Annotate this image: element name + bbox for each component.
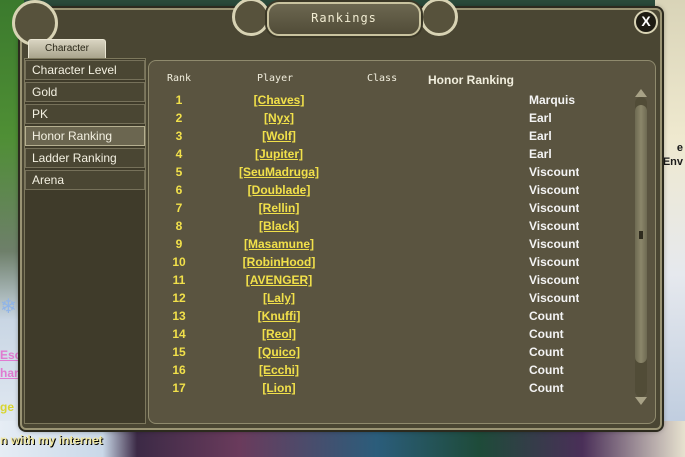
sidebar-item-gold[interactable]: Gold	[25, 82, 145, 102]
table-row: 2 [Nyx] Earl	[149, 111, 639, 129]
honor-rank-cell: Earl	[529, 111, 552, 125]
honor-rank-cell: Viscount	[529, 219, 579, 233]
rank-cell: 13	[172, 309, 186, 323]
header-class: Class	[367, 73, 398, 84]
table-row: 4 [Jupiter] Earl	[149, 147, 639, 165]
player-link[interactable]: [Masamune]	[219, 237, 339, 251]
table-row: 5 [SeuMadruga] Viscount	[149, 165, 639, 183]
honor-rank-cell: Earl	[529, 147, 552, 161]
player-link[interactable]: [SeuMadruga]	[219, 165, 339, 179]
honor-rank-cell: Viscount	[529, 165, 579, 179]
table-row: 16 [Ecchi] Count	[149, 363, 639, 381]
player-link[interactable]: [Laly]	[219, 291, 339, 305]
tab-character[interactable]: Character	[28, 39, 106, 58]
table-row: 17 [Lion] Count	[149, 381, 639, 399]
sidebar-item-honor-ranking[interactable]: Honor Ranking	[25, 126, 145, 146]
honor-rank-cell: Viscount	[529, 273, 579, 287]
player-link[interactable]: [Lion]	[219, 381, 339, 395]
rank-cell: 8	[175, 219, 183, 233]
table-row: 13 [Knuffi] Count	[149, 309, 639, 327]
honor-rank-cell: Count	[529, 327, 564, 341]
rank-cell: 4	[175, 147, 183, 161]
header-player: Player	[257, 73, 294, 84]
rank-cell: 1	[175, 93, 183, 107]
rank-cell: 10	[172, 255, 186, 269]
side-text-fragment: ge	[0, 400, 15, 414]
honor-rank-cell: Count	[529, 363, 564, 377]
rank-cell: 6	[175, 183, 183, 197]
title-ornament-left	[232, 0, 270, 36]
scrollbar-thumb[interactable]	[635, 105, 647, 363]
player-link[interactable]: [Reol]	[219, 327, 339, 341]
table-row: 14 [Reol] Count	[149, 327, 639, 345]
side-text-fragment: Esc	[0, 348, 22, 362]
player-link[interactable]: [Jupiter]	[219, 147, 339, 161]
sidebar-item-ladder-ranking[interactable]: Ladder Ranking	[25, 148, 145, 168]
rank-cell: 14	[172, 327, 186, 341]
honor-rank-cell: Marquis	[529, 93, 576, 107]
window-title: Rankings	[267, 2, 421, 36]
honor-rank-cell: Viscount	[529, 255, 579, 269]
honor-rank-cell: Viscount	[529, 201, 579, 215]
table-row: 11 [AVENGER] Viscount	[149, 273, 639, 291]
rank-cell: 17	[172, 381, 186, 395]
table-row: 1 [Chaves] Marquis	[149, 93, 639, 111]
rank-cell: 15	[172, 345, 186, 359]
player-link[interactable]: [Nyx]	[219, 111, 339, 125]
rank-cell: 11	[172, 273, 186, 287]
player-link[interactable]: [Knuffi]	[219, 309, 339, 323]
close-button[interactable]: X	[634, 10, 658, 34]
player-link[interactable]: [Black]	[219, 219, 339, 233]
table-row: 7 [Rellin] Viscount	[149, 201, 639, 219]
player-link[interactable]: [Wolf]	[219, 129, 339, 143]
rank-cell: 9	[175, 237, 183, 251]
sidebar-item-arena[interactable]: Arena	[25, 170, 145, 190]
side-text-fragment: Env	[662, 156, 683, 168]
header-rank: Rank	[167, 73, 192, 84]
player-link[interactable]: [RobinHood]	[219, 255, 339, 269]
rank-cell: 5	[175, 165, 183, 179]
honor-rank-cell: Count	[529, 381, 564, 395]
chat-message: n with my internet	[0, 433, 103, 447]
rank-cell: 2	[175, 111, 183, 125]
player-link[interactable]: [Chaves]	[219, 93, 339, 107]
table-row: 9 [Masamune] Viscount	[149, 237, 639, 255]
rank-cell: 3	[175, 129, 183, 143]
snowflake-icon: ❄	[0, 296, 17, 318]
ranking-table-panel: Rank Player Class Honor Ranking 1 [Chaves…	[148, 60, 656, 424]
sidebar-item-character-level[interactable]: Character Level	[25, 60, 145, 80]
table-row: 3 [Wolf] Earl	[149, 129, 639, 147]
scroll-down-arrow-icon[interactable]	[635, 397, 647, 405]
table-row: 15 [Quico] Count	[149, 345, 639, 363]
table-row: 6 [Doublade] Viscount	[149, 183, 639, 201]
header-honor-ranking: Honor Ranking	[428, 73, 514, 87]
side-text-fragment: har	[0, 366, 19, 380]
honor-rank-cell: Count	[529, 345, 564, 359]
player-link[interactable]: [Doublade]	[219, 183, 339, 197]
honor-rank-cell: Viscount	[529, 237, 579, 251]
rankings-window: Rankings X Character Character Level Gol…	[12, 0, 662, 430]
table-row: 12 [Laly] Viscount	[149, 291, 639, 309]
scrollbar[interactable]	[635, 89, 647, 405]
table-row: 10 [RobinHood] Viscount	[149, 255, 639, 273]
ranking-rows: 1 [Chaves] Marquis 2 [Nyx] Earl 3 [Wolf] Earl 4 [J…	[149, 93, 639, 405]
player-link[interactable]: [Rellin]	[219, 201, 339, 215]
honor-rank-cell: Earl	[529, 129, 552, 143]
honor-rank-cell: Viscount	[529, 183, 579, 197]
scrollbar-grip	[639, 231, 643, 239]
sidebar-item-pk[interactable]: PK	[25, 104, 145, 124]
player-link[interactable]: [Quico]	[219, 345, 339, 359]
rank-cell: 12	[172, 291, 186, 305]
ranking-category-sidebar: Character Level Gold PK Honor Ranking La…	[24, 58, 146, 424]
honor-rank-cell: Viscount	[529, 291, 579, 305]
table-row: 8 [Black] Viscount	[149, 219, 639, 237]
player-link[interactable]: [Ecchi]	[219, 363, 339, 377]
honor-rank-cell: Count	[529, 309, 564, 323]
title-ornament-right	[420, 0, 458, 36]
rank-cell: 7	[175, 201, 183, 215]
scroll-up-arrow-icon[interactable]	[635, 89, 647, 97]
side-text-fragment: e	[676, 142, 683, 154]
rank-cell: 16	[172, 363, 186, 377]
player-link[interactable]: [AVENGER]	[219, 273, 339, 287]
